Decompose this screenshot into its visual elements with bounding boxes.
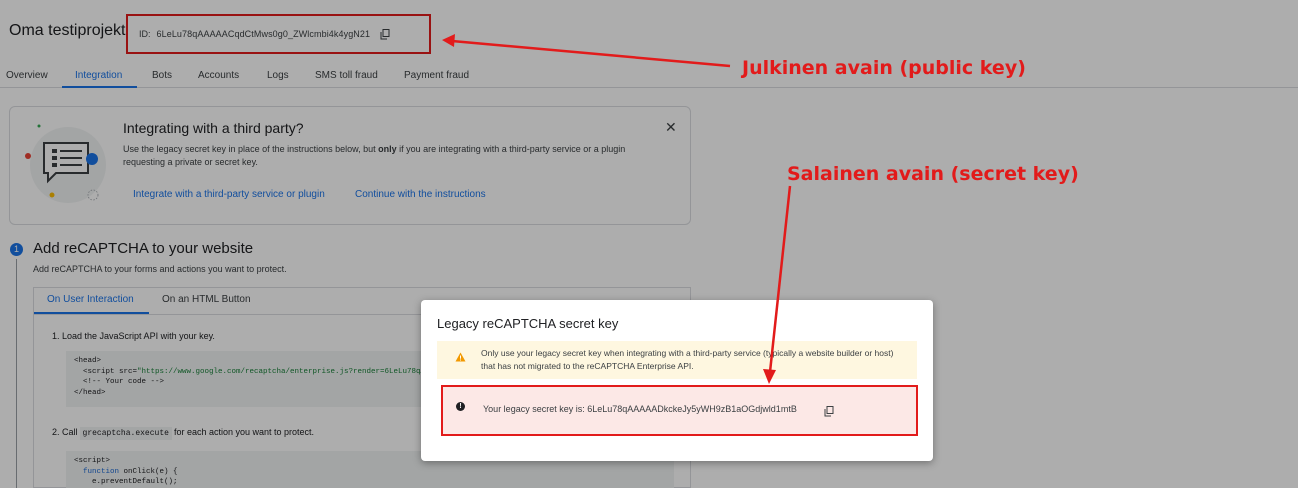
- recaptcha-console-page: Oma testiprojekti ID: 6LeLu78qAAAAACqdCt…: [0, 0, 1298, 488]
- secret-key-annotation: Salainen avain (secret key): [787, 163, 1079, 185]
- annotation-arrows: [442, 34, 792, 384]
- public-key-annotation: Julkinen avain (public key): [742, 57, 1026, 79]
